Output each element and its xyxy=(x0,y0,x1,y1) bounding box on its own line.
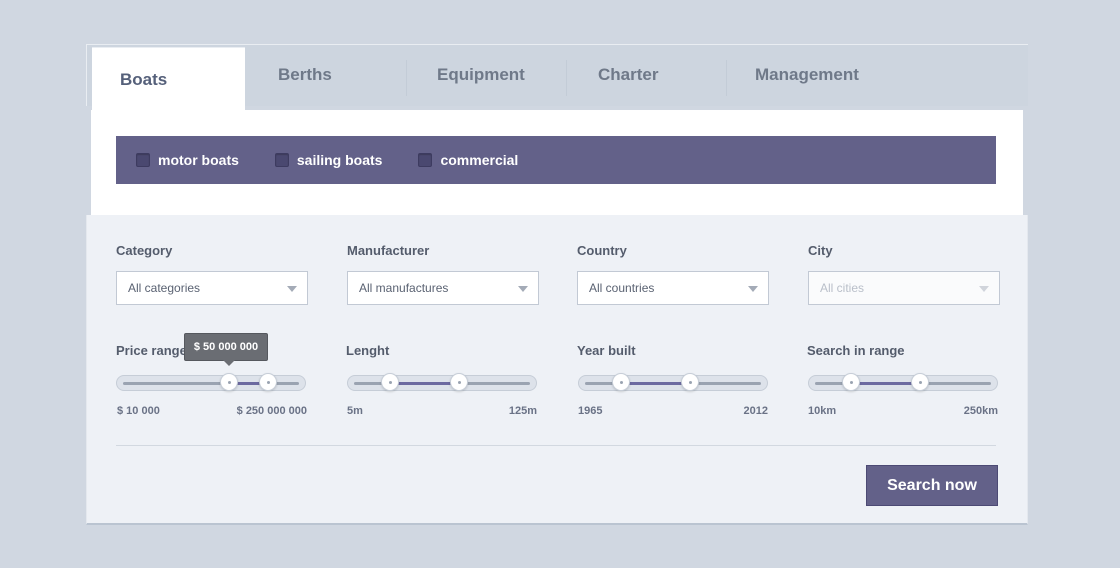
country-label: Country xyxy=(577,243,627,258)
boat-type-bar: motor boats sailing boats commercial xyxy=(116,136,996,184)
year-built-label: Year built xyxy=(577,343,636,358)
tab-charter-label: Charter xyxy=(598,65,659,84)
city-select[interactable]: All cities xyxy=(808,271,1000,305)
tab-equipment-label: Equipment xyxy=(437,65,525,84)
distance-max-value: 250km xyxy=(963,405,998,417)
search-panel: Boats Berths Equipment Charter Managemen… xyxy=(86,44,1028,525)
slider-fill xyxy=(621,382,690,385)
chevron-down-icon xyxy=(287,286,297,292)
manufacturer-select-value: All manufactures xyxy=(359,281,449,295)
year-min-handle[interactable] xyxy=(612,373,630,391)
search-range-label: Search in range xyxy=(807,343,905,358)
distance-max-handle[interactable] xyxy=(911,373,929,391)
sailing-boats-checkbox[interactable] xyxy=(274,153,289,167)
tab-boats-label: Boats xyxy=(120,69,168,89)
chevron-down-icon xyxy=(748,286,758,292)
price-min-value: $ 10 000 xyxy=(117,405,160,417)
price-range-slider[interactable] xyxy=(116,373,306,391)
category-select-value: All categories xyxy=(128,281,201,295)
length-max-value: 125m xyxy=(508,405,537,417)
tab-boats[interactable]: Boats xyxy=(92,47,245,113)
chevron-down-icon xyxy=(518,286,528,292)
distance-min-handle[interactable] xyxy=(842,373,860,391)
motor-boats-label: motor boats xyxy=(158,152,239,168)
sailing-boats-option[interactable]: sailing boats xyxy=(274,152,383,168)
motor-boats-option[interactable]: motor boats xyxy=(136,152,239,168)
year-max-value: 2012 xyxy=(743,405,768,417)
tab-berths[interactable]: Berths xyxy=(256,44,406,106)
category-label: Category xyxy=(116,243,173,258)
city-label: City xyxy=(808,243,833,258)
year-range-slider[interactable] xyxy=(578,373,768,391)
distance-min-value: 10km xyxy=(808,405,837,417)
tab-separator xyxy=(406,60,407,96)
year-min-value: 1965 xyxy=(578,405,603,417)
length-min-value: 5m xyxy=(347,405,363,417)
commercial-option[interactable]: commercial xyxy=(418,152,518,168)
price-range-label: Price range xyxy=(116,343,187,358)
chevron-down-icon xyxy=(979,286,989,292)
price-max-value: $ 250 000 000 xyxy=(236,405,307,417)
length-max-handle[interactable] xyxy=(450,373,468,391)
city-select-value: All cities xyxy=(820,281,865,295)
tab-berths-label: Berths xyxy=(278,65,332,84)
price-max-handle[interactable] xyxy=(259,373,277,391)
tab-charter[interactable]: Charter xyxy=(576,44,726,106)
tab-management-label: Management xyxy=(755,65,859,84)
tab-equipment[interactable]: Equipment xyxy=(415,44,565,106)
year-max-handle[interactable] xyxy=(681,373,699,391)
country-select[interactable]: All countries xyxy=(577,271,769,305)
motor-boats-checkbox[interactable] xyxy=(136,153,150,167)
tab-bar: Boats Berths Equipment Charter Managemen… xyxy=(86,44,1028,113)
tab-separator xyxy=(566,60,567,96)
sailing-boats-label: sailing boats xyxy=(296,152,383,168)
commercial-label: commercial xyxy=(440,152,519,168)
price-tooltip: $ 50 000 000 xyxy=(184,333,268,366)
category-select[interactable]: All categories xyxy=(116,271,308,305)
distance-range-slider[interactable] xyxy=(808,373,998,391)
length-label: Lenght xyxy=(346,343,390,358)
length-min-handle[interactable] xyxy=(381,373,399,391)
length-range-slider[interactable] xyxy=(347,373,537,391)
price-min-handle[interactable] xyxy=(220,373,238,391)
tab-separator xyxy=(726,60,727,96)
search-now-button[interactable]: Search now xyxy=(866,465,998,506)
slider-fill xyxy=(390,382,459,385)
commercial-checkbox[interactable] xyxy=(418,153,433,167)
tab-management[interactable]: Management xyxy=(733,44,913,106)
manufacturer-label: Manufacturer xyxy=(347,243,430,258)
manufacturer-select[interactable]: All manufactures xyxy=(347,271,539,305)
country-select-value: All countries xyxy=(589,281,655,295)
form-divider xyxy=(116,445,996,446)
slider-fill xyxy=(851,382,920,385)
